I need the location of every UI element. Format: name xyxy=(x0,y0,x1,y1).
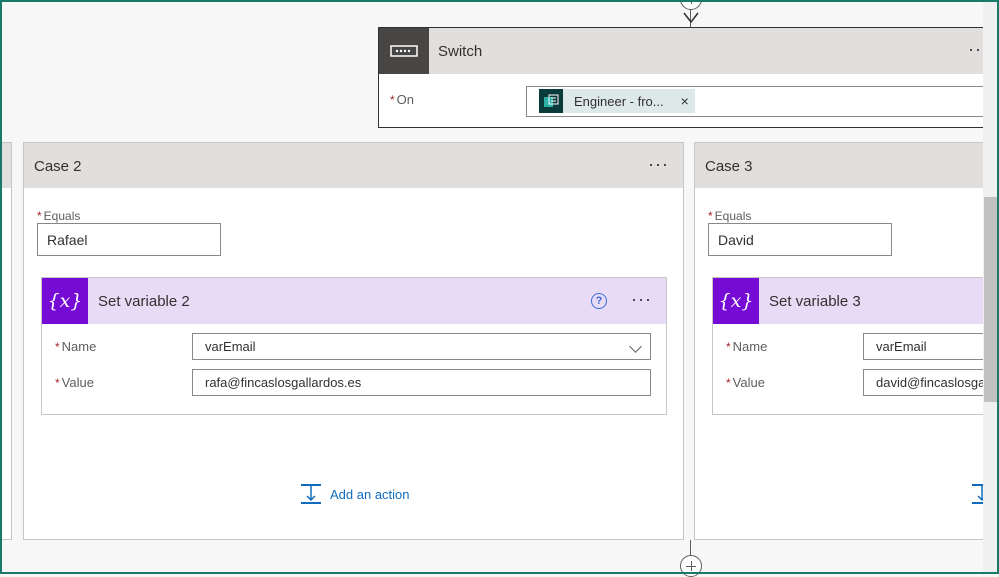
name-label: * Name xyxy=(55,339,97,354)
value-label: * Value xyxy=(55,375,94,390)
case-header-3[interactable]: Case 3 xyxy=(695,143,998,188)
case-card-previous xyxy=(0,142,12,540)
token-label: Engineer - fro... xyxy=(574,93,664,109)
name-dropdown[interactable]: varEmail xyxy=(192,333,651,360)
equals-label: * Equals xyxy=(37,209,81,223)
value-label: * Value xyxy=(726,375,765,390)
token-remove-icon[interactable]: × xyxy=(681,93,689,109)
set-variable-card[interactable]: {x} Set variable 3 * Name varEmail * Value… xyxy=(712,277,998,415)
variable-icon: {x} xyxy=(713,278,759,324)
scrollbar-thumb[interactable] xyxy=(984,197,998,402)
value-input[interactable]: david@fincaslosgallardos.es xyxy=(863,369,998,396)
case-card-2[interactable]: Case 2 ··· * Equals Rafael {x} Set variab… xyxy=(23,142,684,540)
switch-title: Switch xyxy=(438,42,483,60)
case-title: Case 3 xyxy=(705,158,753,175)
action-more-menu-icon[interactable]: ··· xyxy=(631,289,652,310)
add-action-icon xyxy=(301,484,321,504)
switch-card[interactable]: Switch ··· * On Engineer - fro... × xyxy=(378,27,999,128)
add-an-action-label: Add an action xyxy=(330,486,410,502)
down-arrow-icon xyxy=(683,12,699,24)
name-dropdown[interactable]: varEmail xyxy=(863,333,998,360)
case-title: Case 2 xyxy=(34,158,82,175)
add-step-icon-top[interactable] xyxy=(680,0,702,10)
chevron-down-icon[interactable] xyxy=(629,340,642,353)
switch-header[interactable]: Switch ··· xyxy=(379,28,998,74)
forms-icon xyxy=(539,89,563,113)
equals-input[interactable]: Rafael xyxy=(37,223,221,256)
case-card-3[interactable]: Case 3 * Equals David {x} Set variable 3 … xyxy=(694,142,999,540)
name-label: * Name xyxy=(726,339,768,354)
action-title: Set variable 2 xyxy=(98,293,190,310)
dynamic-content-token[interactable]: Engineer - fro... × xyxy=(539,89,695,113)
value-input[interactable]: rafa@fincaslosgallardos.es xyxy=(192,369,651,396)
switch-icon xyxy=(379,28,429,74)
equals-label: * Equals xyxy=(708,209,752,223)
help-icon[interactable]: ? xyxy=(591,293,607,309)
add-an-action-button[interactable]: Add an action xyxy=(300,483,410,505)
on-label: * On xyxy=(390,92,415,107)
set-variable-header[interactable]: {x} Set variable 2 ? ··· xyxy=(42,278,666,324)
set-variable-header[interactable]: {x} Set variable 3 xyxy=(713,278,998,324)
action-title: Set variable 3 xyxy=(769,293,861,310)
on-input[interactable]: Engineer - fro... × xyxy=(526,86,998,117)
case-header-previous xyxy=(0,143,11,188)
variable-icon: {x} xyxy=(42,278,88,324)
name-value: varEmail xyxy=(205,339,256,354)
case-more-menu-icon[interactable]: ··· xyxy=(648,154,669,175)
case-header-2[interactable]: Case 2 ··· xyxy=(24,143,683,188)
set-variable-card[interactable]: {x} Set variable 2 ? ··· * Name varEmail … xyxy=(41,277,667,415)
equals-input[interactable]: David xyxy=(708,223,892,256)
